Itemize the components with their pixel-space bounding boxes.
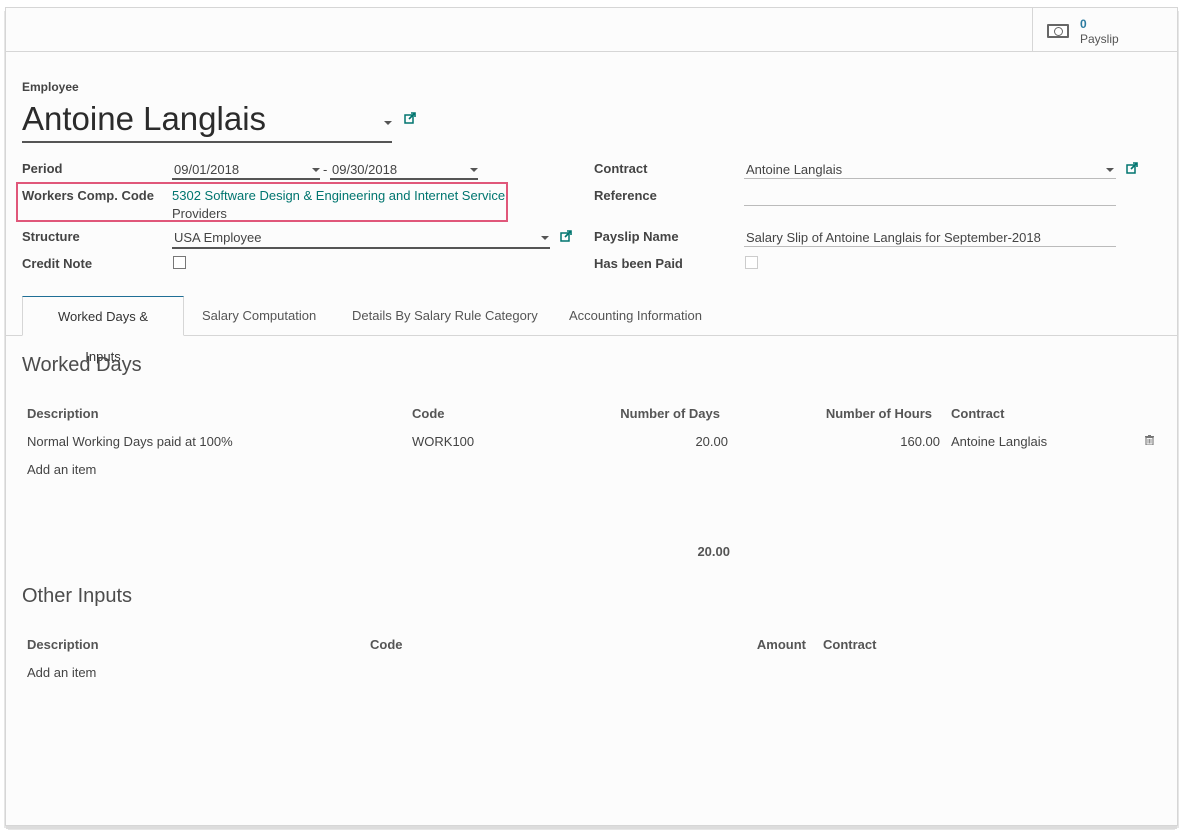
- has-been-paid-label: Has been Paid: [594, 256, 683, 271]
- col-amount[interactable]: Amount: [706, 637, 806, 652]
- workers-comp-link[interactable]: 5302 Software Design & Engineering and I…: [172, 188, 505, 203]
- col-description[interactable]: Description: [27, 406, 99, 421]
- employee-underline: [22, 141, 392, 143]
- money-icon: [1047, 24, 1069, 38]
- workers-comp-label: Workers Comp. Code: [22, 188, 154, 203]
- reference-input[interactable]: [744, 188, 1116, 208]
- credit-note-label: Credit Note: [22, 256, 93, 271]
- external-link-icon[interactable]: [560, 230, 572, 242]
- col-number-of-days[interactable]: Number of Days: [606, 406, 720, 421]
- col-number-of-hours[interactable]: Number of Hours: [806, 406, 932, 421]
- period-to-field[interactable]: 09/30/2018: [330, 160, 480, 180]
- row-contract[interactable]: Antoine Langlais: [951, 434, 1047, 449]
- payslip-name-input[interactable]: Salary Slip of Antoine Langlais for Sept…: [744, 228, 1116, 248]
- payslip-name-label: Payslip Name: [594, 229, 679, 244]
- employee-label: Employee: [22, 80, 79, 94]
- notebook-tabs: Worked Days & Inputs Salary Computation …: [6, 296, 1177, 364]
- reference-label: Reference: [594, 188, 657, 203]
- row-description[interactable]: Normal Working Days paid at 100%: [27, 434, 233, 449]
- tab-salary-computation[interactable]: Salary Computation: [186, 296, 332, 335]
- row-hours[interactable]: 160.00: [806, 434, 940, 449]
- payslip-count: 0: [1080, 17, 1087, 31]
- reference-underline: [744, 205, 1116, 206]
- contract-caret-icon[interactable]: [1106, 168, 1114, 172]
- has-been-paid-checkbox[interactable]: [745, 256, 758, 269]
- workers-comp-continuation: Providers: [172, 206, 227, 221]
- trash-icon[interactable]: [1145, 435, 1154, 445]
- structure-field[interactable]: USA Employee: [172, 228, 550, 250]
- total-days: 20.00: [697, 544, 730, 559]
- period-from-underline: [172, 178, 320, 180]
- tab-worked-days-inputs[interactable]: Worked Days & Inputs: [22, 296, 184, 364]
- col-contract[interactable]: Contract: [823, 637, 876, 652]
- structure-caret-icon[interactable]: [541, 236, 549, 240]
- structure-underline: [172, 247, 550, 249]
- period-separator: -: [323, 162, 328, 177]
- col-code[interactable]: Code: [370, 637, 403, 652]
- period-to-caret-icon[interactable]: [470, 168, 478, 172]
- period-from-field[interactable]: 09/01/2018: [172, 160, 322, 180]
- other-inputs-add-item-link[interactable]: Add an item: [27, 665, 96, 680]
- payslip-label: Payslip: [1080, 32, 1119, 46]
- tab-accounting-information[interactable]: Accounting Information: [553, 296, 718, 335]
- contract-value: Antoine Langlais: [746, 162, 843, 177]
- period-from-value: 09/01/2018: [174, 162, 240, 177]
- worked-days-add-item-link[interactable]: Add an item: [27, 462, 96, 477]
- payslip-name-value: Salary Slip of Antoine Langlais for Sept…: [746, 230, 1041, 245]
- employee-dropdown-caret-icon[interactable]: [384, 121, 392, 125]
- col-description[interactable]: Description: [27, 637, 99, 652]
- employee-field[interactable]: Antoine Langlais: [22, 100, 392, 144]
- contract-field[interactable]: Antoine Langlais: [744, 160, 1116, 180]
- period-to-underline: [330, 178, 478, 180]
- other-inputs-title: Other Inputs: [22, 585, 133, 607]
- period-from-caret-icon[interactable]: [312, 168, 320, 172]
- external-link-icon[interactable]: [1126, 162, 1138, 174]
- form-sheet: 0 Payslip Employee Antoine Langlais Peri…: [5, 7, 1178, 826]
- contract-label: Contract: [594, 161, 648, 176]
- payslip-stat-button[interactable]: 0 Payslip: [1032, 8, 1177, 51]
- payslip-name-underline: [744, 246, 1116, 247]
- period-to-value: 09/30/2018: [332, 162, 398, 177]
- period-label: Period: [22, 161, 63, 176]
- structure-value: USA Employee: [174, 230, 262, 245]
- col-contract[interactable]: Contract: [951, 406, 1004, 421]
- col-code[interactable]: Code: [412, 406, 445, 421]
- worked-days-title: Worked Days: [22, 354, 142, 376]
- button-box: 0 Payslip: [6, 8, 1177, 52]
- employee-name: Antoine Langlais: [22, 100, 267, 137]
- external-link-icon[interactable]: [404, 112, 416, 124]
- contract-underline: [744, 178, 1116, 179]
- tab-details-by-salary-rule-category[interactable]: Details By Salary Rule Category: [336, 296, 554, 335]
- row-code[interactable]: WORK100: [412, 434, 474, 449]
- row-days[interactable]: 20.00: [606, 434, 728, 449]
- structure-label: Structure: [22, 229, 80, 244]
- credit-note-checkbox[interactable]: [173, 256, 186, 269]
